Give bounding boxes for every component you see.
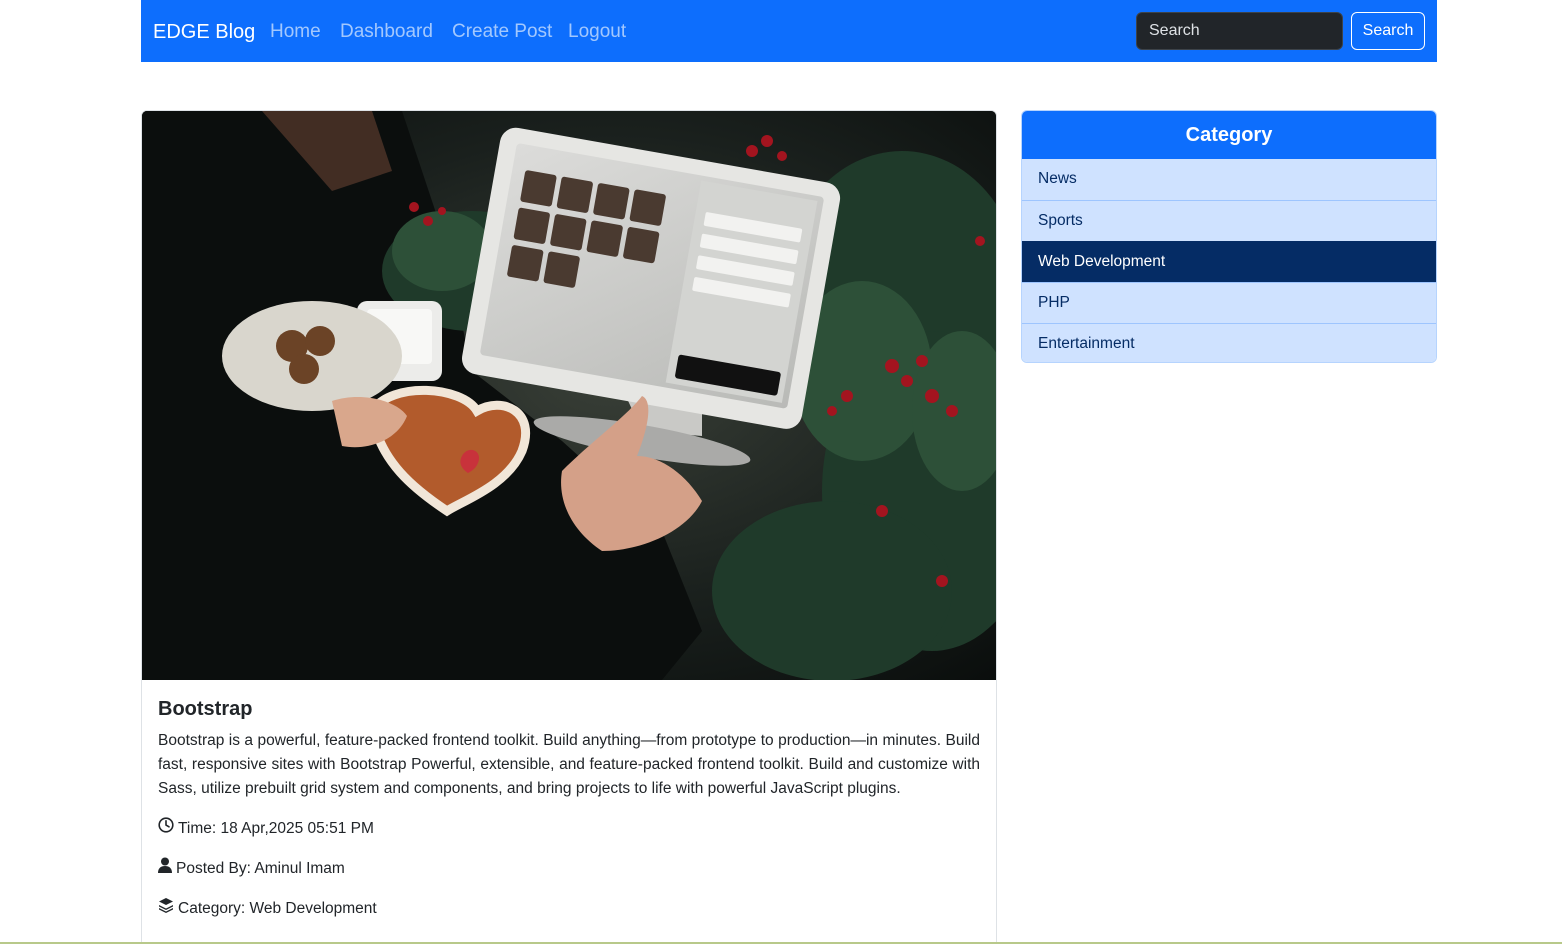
category-item-sports[interactable]: Sports <box>1022 200 1436 241</box>
post-category: Category: Web Development <box>158 897 980 921</box>
layer-group-icon <box>158 897 178 921</box>
search-input[interactable] <box>1136 12 1343 50</box>
nav-link-create-post[interactable]: Create Post <box>452 19 552 45</box>
category-panel: Category News Sports Web Development PHP… <box>1021 110 1437 363</box>
user-icon <box>158 857 176 881</box>
post-category-text: Category: Web Development <box>178 900 377 917</box>
category-item-entertainment[interactable]: Entertainment <box>1022 323 1436 362</box>
nav-link-home[interactable]: Home <box>270 19 321 45</box>
top-navbar: EDGE Blog Home Dashboard Create Post Log… <box>141 0 1437 62</box>
post-author: Posted By: Aminul Imam <box>158 857 980 881</box>
category-heading: Category <box>1022 111 1436 159</box>
category-item-web-development[interactable]: Web Development <box>1022 241 1436 282</box>
post-title: Bootstrap <box>158 698 253 720</box>
search-button[interactable]: Search <box>1351 12 1425 50</box>
post-time: Time: 18 Apr,2025 05:51 PM <box>158 817 980 841</box>
post-image <box>142 111 996 680</box>
post-card: Bootstrap Bootstrap is a powerful, featu… <box>141 110 997 944</box>
category-item-news[interactable]: News <box>1022 159 1436 200</box>
post-time-text: Time: 18 Apr,2025 05:51 PM <box>178 820 374 837</box>
brand-link[interactable]: EDGE Blog <box>153 19 255 45</box>
nav-link-dashboard[interactable]: Dashboard <box>340 19 433 45</box>
post-body: Bootstrap Bootstrap is a powerful, featu… <box>158 695 980 921</box>
post-text: Bootstrap is a powerful, feature-packed … <box>158 732 980 797</box>
category-item-php[interactable]: PHP <box>1022 282 1436 323</box>
post-author-text: Posted By: Aminul Imam <box>176 860 345 877</box>
nav-link-logout[interactable]: Logout <box>568 19 626 45</box>
clock-icon <box>158 817 178 841</box>
